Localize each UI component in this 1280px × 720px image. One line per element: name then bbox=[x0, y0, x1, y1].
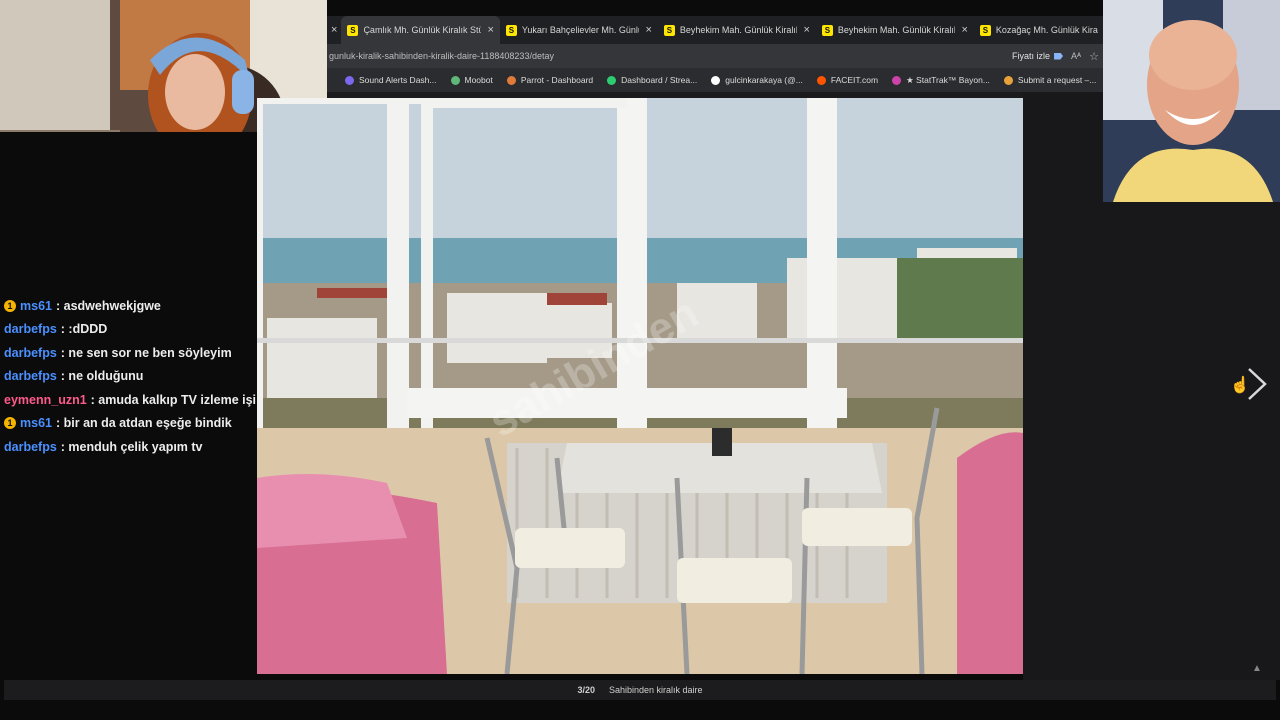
address-bar[interactable]: gunluk-kiralik-sahibinden-kiralik-daire-… bbox=[327, 44, 1103, 68]
chat-text: : asdwehwekjgwe bbox=[55, 298, 161, 313]
chat-username: ms61 bbox=[20, 298, 52, 313]
bookmark-item[interactable]: ★ StatTrak™ Bayon... bbox=[892, 75, 990, 86]
bookmark-item[interactable]: Parrot - Dashboard bbox=[506, 75, 594, 85]
chat-message: darbefps : ne olduğunu bbox=[4, 365, 257, 389]
chat-username: darbefps bbox=[4, 439, 57, 454]
chat-text: : ne sen sor ne ben söyleyim bbox=[60, 345, 232, 360]
chat-text: : :dDDD bbox=[60, 322, 108, 337]
bookmark-label: ★ StatTrak™ Bayon... bbox=[906, 74, 990, 85]
bookmark-label: Submit a request –... bbox=[1017, 75, 1097, 85]
bookmark-favicon-icon bbox=[711, 75, 721, 85]
tab-strip: × S Çamlık Mh. Günlük Kiralık Stüdyo × S… bbox=[327, 16, 1103, 44]
tab-kozagac[interactable]: S Kozağaç Mh. Günlük Kiralık St bbox=[974, 16, 1103, 44]
gallery-caption-bar: 3/20 Sahibinden kiralık daire bbox=[4, 680, 1276, 700]
subscriber-badge-icon: 1 bbox=[4, 417, 16, 430]
chat-message: darbefps : ne sen sor ne ben söyleyim bbox=[4, 341, 257, 365]
chat-username: ms61 bbox=[20, 416, 52, 431]
price-watch-label: Fiyatı izle bbox=[1012, 51, 1051, 61]
bookmark-item[interactable]: Moobot bbox=[450, 75, 493, 85]
subscriber-badge-icon: 1 bbox=[4, 299, 16, 312]
read-aloud-icon[interactable]: Aᴬ bbox=[1071, 51, 1081, 61]
sahibinden-favicon-icon: S bbox=[663, 24, 675, 36]
bookmark-favicon-icon bbox=[607, 75, 617, 85]
chat-text: : bir an da atdan eşeğe bindik bbox=[55, 416, 232, 431]
chat-username: darbefps bbox=[4, 345, 57, 360]
bookmark-favicon-icon bbox=[1003, 75, 1013, 85]
chat-text: : ne olduğunu bbox=[60, 369, 144, 384]
bookmark-item[interactable]: Submit a request –... bbox=[1003, 75, 1097, 85]
favorite-star-icon[interactable]: ☆ bbox=[1089, 50, 1099, 63]
chat-message: darbefps : menduh çelik yapım tv bbox=[4, 435, 257, 459]
guest-webcam bbox=[1103, 0, 1280, 202]
sahibinden-favicon-icon: S bbox=[347, 24, 359, 36]
bookmark-label: FACEIT.com bbox=[830, 75, 879, 85]
price-watch-button[interactable]: Fiyatı izle bbox=[1012, 51, 1064, 61]
sahibinden-favicon-icon: S bbox=[505, 24, 517, 36]
bookmark-item[interactable]: gulcinkarakaya (@... bbox=[711, 75, 803, 85]
chat-message: 1 ms61 : bir an da atdan eşeğe bindik bbox=[4, 412, 257, 436]
chat-text: : amuda kalkıp TV izleme işi bbox=[90, 392, 257, 407]
bookmark-label: Sound Alerts Dash... bbox=[359, 75, 437, 85]
bookmark-label: Parrot - Dashboard bbox=[520, 75, 594, 85]
price-tag-icon bbox=[1054, 52, 1064, 60]
bookmarks-bar: Sound Alerts Dash... Moobot Parrot - Das… bbox=[327, 68, 1103, 92]
chat-username: darbefps bbox=[4, 322, 57, 337]
hand-cursor-icon: ☝ bbox=[1230, 377, 1250, 394]
bookmark-label: gulcinkarakaya (@... bbox=[725, 75, 803, 85]
bookmark-item[interactable]: Dashboard / Strea... bbox=[607, 75, 697, 85]
tab-close-icon[interactable]: × bbox=[487, 24, 493, 36]
bookmark-item[interactable]: FACEIT.com bbox=[816, 75, 879, 85]
bookmark-label: Moobot bbox=[464, 75, 493, 85]
chat-message: darbefps : :dDDD bbox=[4, 318, 257, 342]
chat-username: darbefps bbox=[4, 369, 57, 384]
chat-username: eymenn_uzn1 bbox=[4, 392, 87, 407]
page-bottom bbox=[0, 700, 1280, 720]
url-text[interactable]: gunluk-kiralik-sahibinden-kiralik-daire-… bbox=[327, 51, 1012, 61]
chat-message: 1 ms61 : asdwehwekjgwe bbox=[4, 294, 257, 318]
scroll-top-icon[interactable]: ▲ bbox=[1249, 663, 1265, 679]
tab-title: Beyhekim Mah. Günlük Kiralık 1+1 bbox=[837, 25, 956, 35]
chat-overlay: 1 ms61 : asdwehwekjgwe darbefps : :dDDD … bbox=[4, 294, 257, 459]
tab-yukari-bahcelievler[interactable]: S Yukarı Bahçelievler Mh. Günlük Kir × bbox=[500, 16, 658, 44]
bookmark-favicon-icon bbox=[892, 75, 902, 85]
chat-message: eymenn_uzn1 : amuda kalkıp TV izleme işi bbox=[4, 388, 257, 412]
photo-counter: 3/20 bbox=[577, 685, 595, 695]
bookmark-favicon-icon bbox=[816, 75, 826, 85]
bookmark-favicon-icon bbox=[506, 75, 516, 85]
tab-camlik[interactable]: S Çamlık Mh. Günlük Kiralık Stüdyo × bbox=[341, 16, 500, 44]
listing-photo-image: sahibinden bbox=[257, 98, 1023, 674]
sahibinden-favicon-icon: S bbox=[821, 24, 833, 36]
tab-close-icon[interactable]: × bbox=[327, 24, 341, 36]
tab-close-icon[interactable]: × bbox=[645, 24, 651, 36]
guest-webcam-image bbox=[1103, 0, 1280, 202]
bookmark-label: Dashboard / Strea... bbox=[621, 75, 698, 85]
listing-photo: sahibinden bbox=[257, 98, 1023, 674]
bookmark-favicon-icon bbox=[345, 75, 354, 85]
tab-beyhekim-1[interactable]: S Beyhekim Mah. Günlük Kiralık Stü × bbox=[658, 16, 816, 44]
tab-beyhekim-2[interactable]: S Beyhekim Mah. Günlük Kiralık 1+1 × bbox=[816, 16, 974, 44]
photo-caption: Sahibinden kiralık daire bbox=[608, 685, 703, 695]
sahibinden-favicon-icon: S bbox=[979, 24, 991, 36]
tab-close-icon[interactable]: × bbox=[961, 24, 967, 36]
tab-close-icon[interactable]: × bbox=[803, 24, 809, 36]
tab-title: Beyhekim Mah. Günlük Kiralık Stü bbox=[679, 25, 798, 35]
chat-text: : menduh çelik yapım tv bbox=[60, 439, 203, 454]
bookmark-favicon-icon bbox=[450, 75, 460, 85]
tab-title: Kozağaç Mh. Günlük Kiralık St bbox=[995, 25, 1098, 35]
bookmark-item[interactable]: Sound Alerts Dash... bbox=[345, 75, 437, 85]
tab-title: Yukarı Bahçelievler Mh. Günlük Kir bbox=[521, 25, 640, 35]
tab-title: Çamlık Mh. Günlük Kiralık Stüdyo bbox=[363, 25, 482, 35]
